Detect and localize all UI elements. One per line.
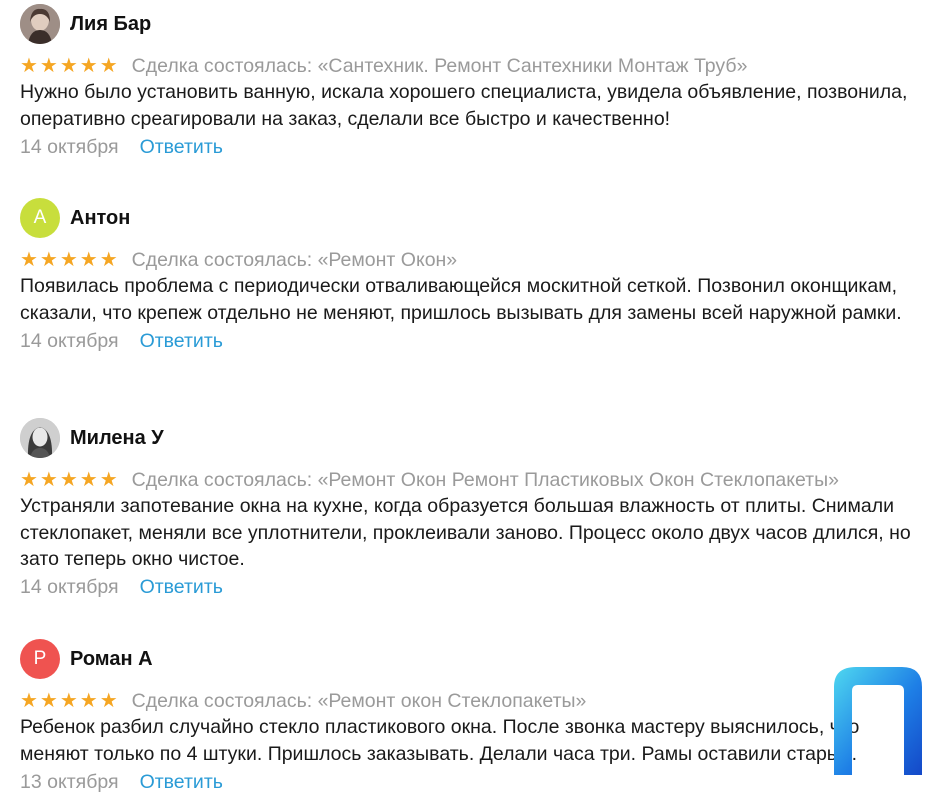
avatar[interactable]: А [20, 198, 60, 238]
avatar-photo-icon [20, 4, 60, 44]
review-text: Ребенок разбил случайно стекло пластиков… [20, 716, 860, 765]
review-footer: 14 октября Ответить [20, 133, 920, 161]
deal-info: Сделка состоялась: «Ремонт Окон» [131, 249, 458, 271]
rating-stars: ★★★★★ [20, 690, 120, 712]
review-date: 13 октября [20, 770, 119, 793]
rating-stars: ★★★★★ [20, 469, 120, 491]
deal-info: Сделка состоялась: «Сантехник. Ремонт Са… [131, 55, 748, 77]
deal-info: Сделка состоялась: «Ремонт Окон Ремонт П… [131, 469, 839, 491]
avatar-letter: А [33, 207, 47, 228]
rating-stars: ★★★★★ [20, 249, 120, 271]
review-footer: 13 октября Ответить [20, 768, 920, 796]
review-meta: ★★★★★ Сделка состоялась: «Ремонт окон Ст… [20, 688, 920, 714]
review-author[interactable]: Лия Бар [70, 13, 151, 36]
rating-stars: ★★★★★ [20, 55, 120, 77]
review-header: А Антон [20, 198, 920, 238]
reply-link[interactable]: Ответить [140, 771, 223, 794]
avatar[interactable] [20, 4, 60, 44]
review-date: 14 октября [20, 576, 119, 598]
review-text: Появилась проблема с периодически отвали… [20, 275, 902, 324]
review-meta: ★★★★★ Сделка состоялась: «Ремонт Окон» [20, 247, 920, 273]
reply-link[interactable]: Ответить [140, 136, 223, 159]
review-text: Устраняли запотевание окна на кухне, ког… [20, 495, 911, 570]
review-header: Р Роман А [20, 639, 920, 679]
avatar[interactable] [20, 418, 60, 458]
avatar-photo-icon [20, 418, 60, 458]
review-author[interactable]: Милена У [70, 427, 164, 450]
deal-info: Сделка состоялась: «Ремонт окон Стеклопа… [131, 690, 587, 712]
review-footer: 14 октября Ответить [20, 327, 920, 355]
review-header: Милена У [20, 418, 920, 458]
review-date: 14 октября [20, 329, 119, 352]
reply-link[interactable]: Ответить [140, 330, 223, 353]
review-author[interactable]: Антон [70, 207, 130, 230]
review-item: Лия Бар ★★★★★ Сделка состоялась: «Сантех… [20, 4, 920, 161]
avatar[interactable]: Р [20, 639, 60, 679]
brand-logo-icon [834, 667, 922, 775]
review-header: Лия Бар [20, 4, 920, 44]
review-meta: ★★★★★ Сделка состоялась: «Сантехник. Рем… [20, 53, 920, 79]
review-item: Р Роман А ★★★★★ Сделка состоялась: «Ремо… [20, 639, 920, 796]
review-date: 14 октября [20, 135, 119, 158]
review-text: Нужно было установить ванную, искала хор… [20, 81, 908, 130]
review-item: А Антон ★★★★★ Сделка состоялась: «Ремонт… [20, 198, 920, 355]
avatar-letter: Р [33, 648, 47, 669]
review-author[interactable]: Роман А [70, 648, 153, 671]
review-footer: 14 октября Ответить [20, 574, 920, 602]
review-meta: ★★★★★ Сделка состоялась: «Ремонт Окон Ре… [20, 467, 920, 493]
review-item: Милена У ★★★★★ Сделка состоялась: «Ремон… [20, 418, 920, 602]
reply-link[interactable]: Ответить [140, 576, 223, 599]
